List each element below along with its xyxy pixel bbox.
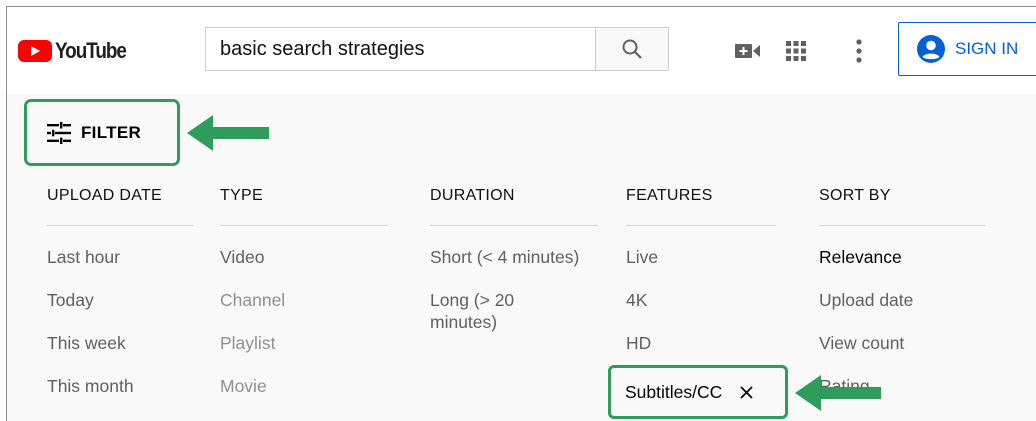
close-icon[interactable] xyxy=(740,385,753,399)
filter-label: FILTER xyxy=(81,122,142,142)
youtube-window: YouTube basic search strategies SIGN IN … xyxy=(6,6,1036,421)
filter-option[interactable]: View count xyxy=(819,332,985,375)
filter-option-subtitles-selected[interactable]: Subtitles/CC xyxy=(608,365,788,419)
filter-column-upload-date: UPLOAD DATE Last hour Today This week Th… xyxy=(47,187,193,418)
filter-option[interactable]: Playlist xyxy=(220,332,388,375)
filter-option[interactable]: 4K xyxy=(626,289,776,332)
sign-in-button[interactable]: SIGN IN xyxy=(898,22,1036,76)
create-video-button[interactable] xyxy=(733,39,763,63)
filter-option-label: Subtitles/CC xyxy=(625,381,723,402)
masthead: YouTube basic search strategies SIGN IN xyxy=(7,7,1036,93)
youtube-play-icon xyxy=(18,40,52,62)
account-circle-icon xyxy=(917,35,945,63)
filter-button[interactable]: FILTER xyxy=(24,99,180,166)
settings-menu-button[interactable] xyxy=(849,37,869,65)
apps-button[interactable] xyxy=(782,37,810,65)
video-camera-icon xyxy=(735,44,760,58)
sign-in-label: SIGN IN xyxy=(955,39,1019,58)
search-button[interactable] xyxy=(595,27,669,71)
filter-option[interactable]: Upload date xyxy=(819,289,985,332)
filter-option[interactable]: Today xyxy=(47,289,193,332)
annotation-arrow-icon xyxy=(795,375,881,411)
filter-option[interactable]: This month xyxy=(47,375,193,418)
search-icon xyxy=(622,39,642,59)
annotation-arrow-icon xyxy=(187,115,269,151)
filter-column-duration: DURATION Short (< 4 minutes) Long (> 20 … xyxy=(430,187,598,332)
column-header: DURATION xyxy=(430,187,598,226)
more-vertical-icon xyxy=(856,39,862,63)
search-query-text: basic search strategies xyxy=(220,37,425,60)
column-header: SORT BY xyxy=(819,187,985,226)
filter-column-features: FEATURES Live 4K HD xyxy=(626,187,776,375)
tune-icon xyxy=(47,121,71,144)
filter-option[interactable]: Long (> 20 minutes) xyxy=(430,289,560,332)
filter-option[interactable]: Channel xyxy=(220,289,388,332)
youtube-logo[interactable]: YouTube xyxy=(18,37,137,65)
column-header: UPLOAD DATE xyxy=(47,187,193,226)
filter-option[interactable]: Last hour xyxy=(47,246,193,289)
search-input[interactable]: basic search strategies xyxy=(205,27,596,71)
filter-option[interactable]: Relevance xyxy=(819,246,985,289)
filter-column-type: TYPE Video Channel Playlist Movie xyxy=(220,187,388,418)
logo-text: YouTube xyxy=(55,38,127,63)
filter-option[interactable]: Video xyxy=(220,246,388,289)
column-header: TYPE xyxy=(220,187,388,226)
apps-grid-icon xyxy=(786,41,806,61)
filter-option[interactable]: Movie xyxy=(220,375,388,418)
filter-option[interactable]: Short (< 4 minutes) xyxy=(430,246,598,289)
filter-option[interactable]: Live xyxy=(626,246,776,289)
filter-option[interactable]: This week xyxy=(47,332,193,375)
column-header: FEATURES xyxy=(626,187,776,226)
